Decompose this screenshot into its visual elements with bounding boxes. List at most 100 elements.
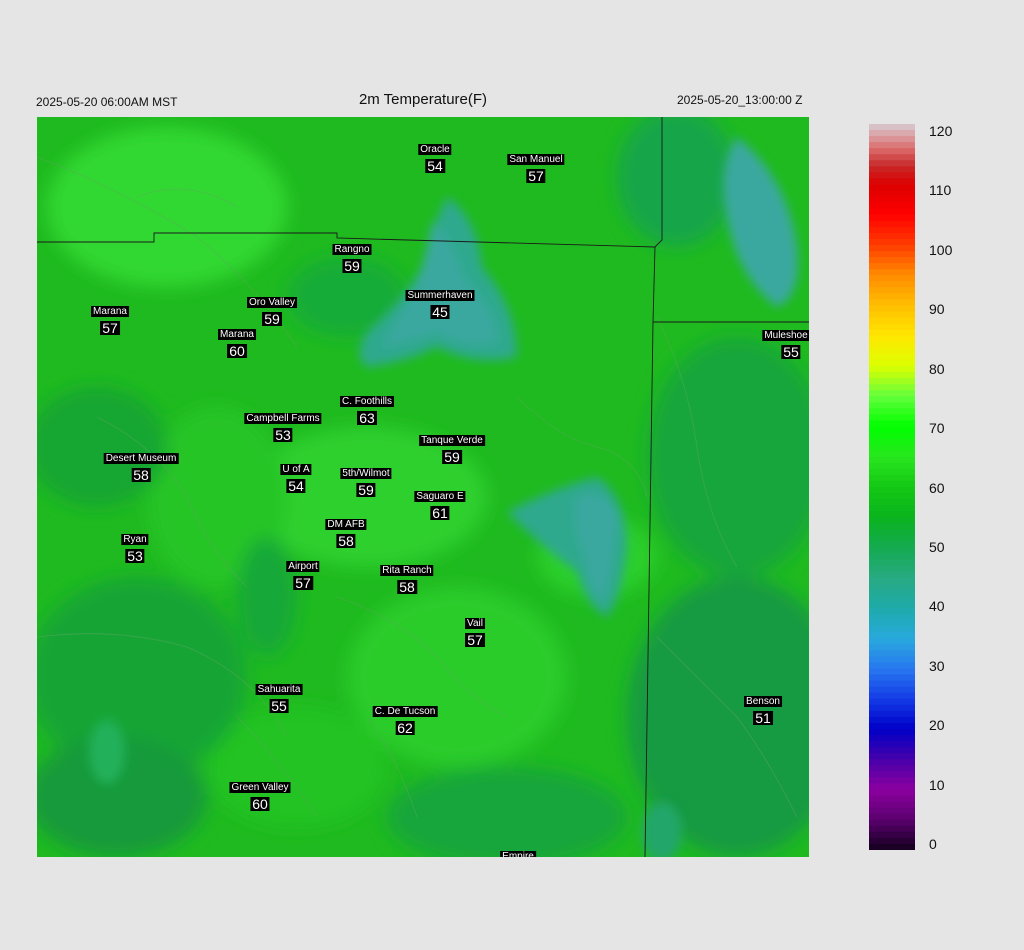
colorbar-tick-label: 110 bbox=[929, 182, 952, 199]
colorbar-band bbox=[869, 608, 915, 615]
colorbar-band bbox=[869, 166, 915, 173]
colorbar-band bbox=[869, 257, 915, 264]
colorbar-band bbox=[869, 474, 915, 482]
colorbar-tick-label: 0 bbox=[929, 836, 937, 852]
colorbar-band bbox=[869, 523, 915, 530]
station-marker: Rangno 59 bbox=[332, 239, 372, 273]
colorbar-band bbox=[869, 511, 915, 518]
colorbar-band bbox=[869, 172, 915, 180]
colorbar-band bbox=[869, 287, 915, 294]
colorbar-band bbox=[869, 232, 915, 240]
station-temperature: 57 bbox=[526, 168, 546, 184]
station-name: Marana bbox=[218, 329, 256, 340]
station-temperature: 60 bbox=[250, 796, 270, 812]
station-temperature: 59 bbox=[356, 482, 376, 498]
colorbar-band bbox=[869, 384, 915, 391]
colorbar-band bbox=[869, 202, 915, 210]
station-name: Campbell Farms bbox=[244, 413, 322, 424]
colorbar-band bbox=[869, 571, 915, 579]
colorbar-tick-label: 50 bbox=[929, 538, 945, 555]
station-marker: C. De Tucson 62 bbox=[372, 701, 438, 736]
station-marker: Campbell Farms 53 bbox=[244, 408, 322, 442]
colorbar-band bbox=[869, 378, 915, 385]
colorbar-band bbox=[869, 783, 915, 791]
colorbar-band bbox=[869, 626, 915, 633]
colorbar-band bbox=[869, 408, 915, 415]
station-marker: Saguaro E 61 bbox=[414, 486, 466, 521]
colorbar-tick-label: 90 bbox=[929, 301, 945, 318]
colorbar-band bbox=[869, 813, 915, 821]
colorbar-band bbox=[869, 311, 915, 319]
colorbar-band bbox=[869, 220, 915, 228]
colorbar-band bbox=[869, 366, 915, 373]
station-marker: Muleshoe R 55 bbox=[762, 325, 809, 359]
colorbar-band bbox=[869, 420, 915, 428]
station-marker: Airport 57 bbox=[286, 556, 320, 590]
colorbar-band bbox=[869, 789, 915, 797]
colorbar-band bbox=[869, 299, 915, 307]
station-temperature: 59 bbox=[442, 449, 462, 465]
colorbar-band bbox=[869, 722, 915, 730]
colorbar-band bbox=[869, 480, 915, 488]
colorbar-tick-label: 60 bbox=[929, 479, 945, 496]
station-temperature: 59 bbox=[262, 311, 282, 327]
colorbar-band bbox=[869, 396, 915, 403]
station-name: DM AFB bbox=[325, 519, 367, 530]
colorbar-band bbox=[869, 662, 915, 670]
colorbar-tick-label: 120 bbox=[929, 123, 953, 139]
colorbar-band bbox=[869, 505, 915, 512]
colorbar-band bbox=[869, 335, 915, 343]
station-marker: Rita Ranch 58 bbox=[380, 560, 434, 595]
colorbar-band bbox=[869, 130, 915, 137]
colorbar-band bbox=[869, 765, 915, 772]
colorbar-band bbox=[869, 347, 915, 355]
station-temperature: 61 bbox=[430, 505, 450, 521]
station-name: Rita Ranch bbox=[380, 565, 434, 576]
colorbar-band bbox=[869, 553, 915, 561]
colorbar-band bbox=[869, 390, 915, 397]
station-marker: 5th/Wilmot 59 bbox=[340, 463, 392, 498]
colorbar-band bbox=[869, 238, 915, 246]
colorbar-band bbox=[869, 444, 915, 452]
colorbar-band bbox=[869, 825, 915, 833]
station-temperature: 51 bbox=[753, 710, 773, 726]
station-temperature: 45 bbox=[430, 304, 450, 320]
colorbar-band bbox=[869, 801, 915, 809]
colorbar-band bbox=[869, 305, 915, 313]
colorbar-band bbox=[869, 517, 915, 524]
colorbar-band bbox=[869, 245, 915, 252]
station-name: San Manuel bbox=[507, 154, 565, 165]
colorbar-band bbox=[869, 251, 915, 258]
station-marker: Oro Valley 59 bbox=[247, 292, 297, 326]
station-temperature: 62 bbox=[395, 720, 415, 736]
station-temperature: 63 bbox=[357, 410, 377, 426]
colorbar-band bbox=[869, 771, 915, 778]
colorbar-band bbox=[869, 196, 915, 204]
colorbar-band bbox=[869, 450, 915, 458]
station-temperature: 58 bbox=[397, 579, 417, 595]
station-name: Summerhaven bbox=[405, 290, 475, 301]
colorbar-band bbox=[869, 456, 915, 464]
station-marker: Desert Museum 58 bbox=[103, 448, 179, 482]
colorbar-band bbox=[869, 710, 915, 718]
station-marker: Summerhaven 45 bbox=[405, 285, 475, 320]
colorbar-band bbox=[869, 160, 915, 167]
colorbar-tick-label: 100 bbox=[929, 241, 953, 258]
station-marker: Benson 51 bbox=[744, 691, 782, 725]
station-name: Benson bbox=[744, 696, 782, 707]
station-name: C. De Tucson bbox=[372, 706, 438, 717]
station-marker: C. Foothills 63 bbox=[339, 391, 395, 426]
colorbar-band bbox=[869, 372, 915, 379]
colorbar-band bbox=[869, 620, 915, 627]
colorbar-band bbox=[869, 807, 915, 815]
colorbar-band bbox=[869, 686, 915, 694]
station-temperature: 57 bbox=[100, 320, 120, 336]
station-temperature: 58 bbox=[336, 533, 356, 549]
station-name: Vail bbox=[465, 618, 485, 629]
colorbar-band bbox=[869, 263, 915, 270]
station-marker: Sahuarita 55 bbox=[255, 679, 303, 713]
colorbar-band bbox=[869, 136, 915, 143]
colorbar-band bbox=[869, 741, 915, 748]
colorbar-tick-label: 30 bbox=[929, 657, 945, 674]
colorbar-band bbox=[869, 595, 915, 603]
